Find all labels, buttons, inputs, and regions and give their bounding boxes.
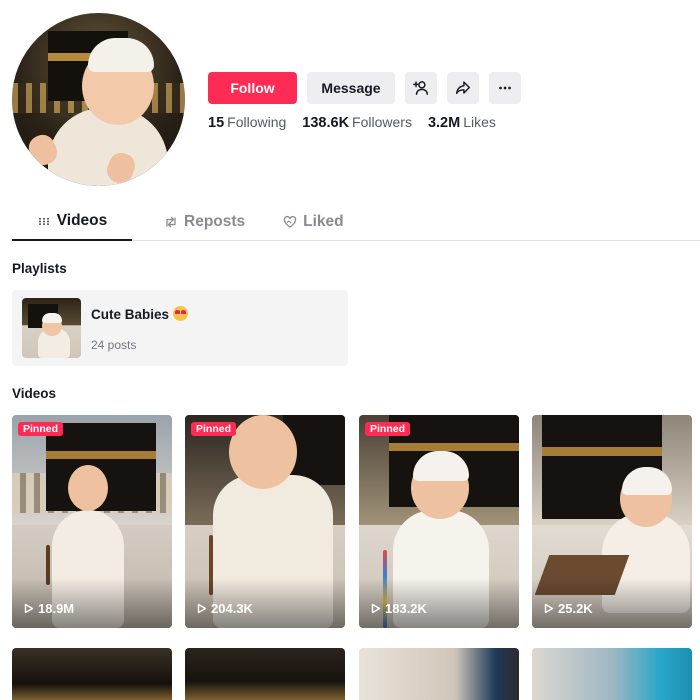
add-friend-button[interactable] <box>405 72 437 104</box>
video-tile[interactable]: Pinned 204.3K <box>185 415 345 628</box>
likes-label: Likes <box>463 114 496 130</box>
following-label: Following <box>227 114 287 130</box>
following-stat[interactable]: 15 Following <box>208 114 286 131</box>
play-icon <box>197 603 207 614</box>
video-view-count: 18.9M <box>38 601 75 616</box>
grid-icon <box>38 218 49 225</box>
tab-reposts[interactable]: Reposts <box>144 203 263 241</box>
playlist-name-row: Cute Babies <box>91 306 189 322</box>
video-tile[interactable]: Pinned 18.9M <box>12 415 172 628</box>
playlist-name: Cute Babies <box>91 307 170 322</box>
play-icon <box>24 603 34 614</box>
repost-icon <box>166 216 176 228</box>
profile-tabs: Videos Reposts Liked <box>12 203 700 241</box>
profile-actions: Follow Message <box>208 72 521 104</box>
tab-liked[interactable]: Liked <box>263 203 361 241</box>
follow-button[interactable]: Follow <box>208 72 297 104</box>
video-view-count: 25.2K <box>558 601 593 616</box>
heart-eyes-emoji-icon <box>173 306 189 321</box>
message-button[interactable]: Message <box>307 72 395 104</box>
video-views: 204.3K <box>197 601 253 616</box>
tab-reposts-label: Reposts <box>184 213 246 230</box>
thumb-baby-cap <box>42 313 62 323</box>
video-tile[interactable]: 25.2K <box>532 415 692 628</box>
video-view-count: 183.2K <box>385 601 427 616</box>
following-count: 15 <box>208 115 225 131</box>
play-icon <box>544 603 554 614</box>
playlists-heading: Playlists <box>12 261 67 276</box>
video-views: 25.2K <box>544 601 593 616</box>
tab-liked-label: Liked <box>303 213 344 230</box>
share-icon <box>455 81 471 95</box>
likes-count: 3.2M <box>427 115 461 131</box>
video-tile[interactable] <box>532 648 692 700</box>
playlist-thumbnail <box>22 298 81 358</box>
tab-videos[interactable]: Videos <box>12 203 132 241</box>
more-icon <box>499 86 511 90</box>
tab-videos-label: Videos <box>56 212 108 229</box>
followers-label: Followers <box>352 114 412 130</box>
likes-stat: 3.2M Likes <box>428 114 496 131</box>
playlist-post-count: 24 posts <box>91 338 137 352</box>
video-tile[interactable] <box>185 648 345 700</box>
heart-icon <box>284 215 297 228</box>
play-icon <box>371 603 381 614</box>
pinned-badge: Pinned <box>191 422 237 436</box>
playlist-card[interactable]: Cute Babies 24 posts <box>12 290 348 366</box>
avatar-baby-cap <box>88 38 154 72</box>
videos-heading: Videos <box>12 386 57 401</box>
video-views: 183.2K <box>371 601 427 616</box>
video-views: 18.9M <box>24 601 74 616</box>
profile-avatar[interactable] <box>12 13 185 186</box>
followers-count: 138.6K <box>302 115 350 131</box>
more-button[interactable] <box>489 72 521 104</box>
followers-stat[interactable]: 138.6K Followers <box>302 114 412 131</box>
video-tile[interactable]: Pinned 183.2K <box>359 415 519 628</box>
share-button[interactable] <box>447 72 479 104</box>
add-person-icon <box>413 81 429 96</box>
pinned-badge: Pinned <box>365 422 411 436</box>
video-tile[interactable] <box>359 648 519 700</box>
video-view-count: 204.3K <box>211 601 253 616</box>
video-tile[interactable] <box>12 648 172 700</box>
profile-stats: 15 Following 138.6K Followers 3.2M Likes <box>208 114 496 131</box>
pinned-badge: Pinned <box>18 422 64 436</box>
